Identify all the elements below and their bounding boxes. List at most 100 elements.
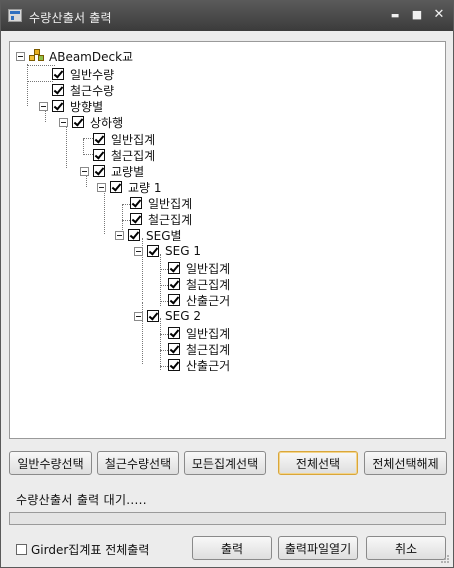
checkbox-checked[interactable] xyxy=(128,229,140,241)
tree-connector xyxy=(83,139,84,155)
status-message: 수량산출서 출력 대기..... xyxy=(16,493,147,507)
output-button[interactable]: 출력 xyxy=(192,536,272,560)
tree-connector xyxy=(160,334,168,335)
tree-connector xyxy=(160,350,168,351)
checkbox-checked[interactable] xyxy=(93,165,105,177)
close-icon: ✕ xyxy=(433,7,445,22)
tree-node[interactable]: 방향별 xyxy=(39,98,103,114)
tree-node[interactable]: SEG별 xyxy=(115,227,182,243)
tree-node[interactable]: 철근집계 xyxy=(168,341,230,357)
main-window: 수량산출서 출력 ▬ ■ ✕ ABeamDeck교 일반수량 철근수량 방향별 … xyxy=(0,0,454,568)
tree-node-label: ABeamDeck교 xyxy=(49,49,134,64)
tree-node[interactable]: 철근수량 xyxy=(52,82,114,98)
girder-all-output-checkbox[interactable]: Girder집계표 전체출력 xyxy=(16,541,149,558)
tree-node[interactable]: 교량별 xyxy=(80,163,144,179)
checkbox-checked[interactable] xyxy=(130,197,142,209)
select-rebar-button[interactable]: 철근수량선택 xyxy=(97,451,179,475)
tree-connector xyxy=(27,64,28,106)
tree-node[interactable]: 산출근거 xyxy=(168,357,230,373)
checkbox-checked[interactable] xyxy=(147,310,159,322)
tree-node-label: 교량별 xyxy=(111,164,145,179)
tree-node-label: SEG별 xyxy=(146,228,182,243)
tree-node-label: 일반집계 xyxy=(186,326,231,341)
tree-node-label: 교량 1 xyxy=(128,180,162,195)
tree-node-label: 철근집계 xyxy=(186,277,231,292)
tree-connector xyxy=(160,269,168,270)
checkbox-checked[interactable] xyxy=(168,262,180,274)
tree-node-label: 산출근거 xyxy=(186,358,231,373)
tree-node[interactable]: SEG 1 xyxy=(134,243,201,259)
collapse-icon[interactable] xyxy=(39,101,48,111)
checkbox-checked[interactable] xyxy=(52,100,64,112)
checkbox-checked[interactable] xyxy=(147,245,159,257)
close-button[interactable]: ✕ xyxy=(430,7,448,23)
app-icon xyxy=(8,9,22,22)
tree-node[interactable]: 일반집계 xyxy=(168,325,230,341)
minimize-icon: ▬ xyxy=(390,11,400,21)
deselect-all-button[interactable]: 전체선택해제 xyxy=(364,451,447,475)
select-all-totals-button[interactable]: 모든집계선택 xyxy=(184,451,266,475)
tree-node[interactable]: 철근집계 xyxy=(93,147,155,163)
output-tree[interactable]: ABeamDeck교 일반수량 철근수량 방향별 상하행 일반집계 철근집계 교… xyxy=(9,41,446,439)
collapse-icon[interactable] xyxy=(80,166,89,176)
tree-node-label: 철근집계 xyxy=(111,148,156,163)
minimize-button[interactable]: ▬ xyxy=(386,7,404,23)
checkbox-checked[interactable] xyxy=(93,133,105,145)
tree-node[interactable]: 철근집계 xyxy=(130,211,192,227)
select-all-button[interactable]: 전체선택 xyxy=(278,451,358,475)
cancel-button[interactable]: 취소 xyxy=(366,536,446,560)
collapse-icon[interactable] xyxy=(134,246,143,256)
collapse-icon[interactable] xyxy=(115,230,124,240)
checkbox-checked[interactable] xyxy=(168,327,180,339)
tree-connector xyxy=(160,254,161,306)
collapse-icon[interactable] xyxy=(134,311,143,321)
checkbox-checked[interactable] xyxy=(168,294,180,306)
checkbox-checked[interactable] xyxy=(52,84,64,96)
output-progress-bar xyxy=(9,512,446,525)
maximize-button[interactable]: ■ xyxy=(408,7,426,23)
title-bar[interactable]: 수량산출서 출력 ▬ ■ ✕ xyxy=(1,1,453,31)
tree-connector xyxy=(27,65,55,66)
window-title: 수량산출서 출력 xyxy=(29,11,112,25)
tree-node-label: 철근집계 xyxy=(148,212,193,227)
tree-node[interactable]: 교량 1 xyxy=(97,179,162,195)
tree-node[interactable]: 일반집계 xyxy=(93,131,155,147)
tree-node[interactable]: 일반집계 xyxy=(130,195,192,211)
tree-node-root[interactable]: ABeamDeck교 xyxy=(16,48,133,64)
tree-node-label: 상하행 xyxy=(90,115,124,130)
tree-connector xyxy=(83,138,93,139)
maximize-icon: ■ xyxy=(411,8,423,21)
bridge-icon xyxy=(29,49,45,63)
tree-node[interactable]: 철근집계 xyxy=(168,276,230,292)
tree-connector xyxy=(27,81,53,82)
checkbox-checked[interactable] xyxy=(72,116,84,128)
tree-connector xyxy=(83,154,93,155)
collapse-icon[interactable] xyxy=(59,117,68,127)
tree-node-label: 산출근거 xyxy=(186,293,231,308)
tree-node-label: 일반수량 xyxy=(70,67,115,82)
select-general-button[interactable]: 일반수량선택 xyxy=(9,451,92,475)
open-output-file-button[interactable]: 출력파일열기 xyxy=(278,536,358,560)
checkbox-checked[interactable] xyxy=(130,213,142,225)
tree-node-label: 철근집계 xyxy=(186,342,231,357)
collapse-icon[interactable] xyxy=(16,51,25,61)
tree-node[interactable]: 상하행 xyxy=(59,114,123,130)
tree-connector xyxy=(122,220,130,221)
tree-node[interactable]: SEG 2 xyxy=(134,308,201,324)
checkbox-checked[interactable] xyxy=(93,149,105,161)
tree-connector xyxy=(160,318,161,370)
tree-connector xyxy=(66,124,67,168)
checkbox-checked[interactable] xyxy=(168,359,180,371)
tree-node[interactable]: 일반수량 xyxy=(52,66,114,82)
tree-connector xyxy=(160,366,168,367)
checkbox-checked[interactable] xyxy=(52,68,64,80)
checkbox-checked[interactable] xyxy=(110,181,122,193)
resize-grip-icon[interactable] xyxy=(440,554,450,564)
checkbox-unchecked[interactable] xyxy=(16,544,27,555)
tree-node[interactable]: 일반집계 xyxy=(168,260,230,276)
tree-node-label: 일반집계 xyxy=(111,132,156,147)
collapse-icon[interactable] xyxy=(97,182,106,192)
checkbox-checked[interactable] xyxy=(168,278,180,290)
checkbox-checked[interactable] xyxy=(168,343,180,355)
tree-node[interactable]: 산출근거 xyxy=(168,292,230,308)
